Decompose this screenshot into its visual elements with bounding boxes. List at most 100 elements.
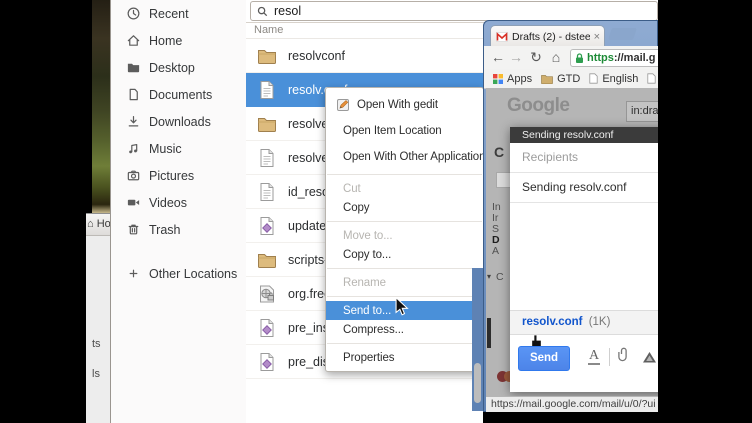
gmail-scrollbar-thumb[interactable]	[487, 318, 491, 348]
menu-item-send-to[interactable]: Send to...	[326, 301, 483, 320]
menu-item-move-to: Move to...	[326, 226, 483, 245]
bookmark-folder-gtd[interactable]: GTD	[541, 73, 580, 85]
text-file-icon	[256, 181, 278, 203]
menu-label: Open With Other Application	[343, 151, 485, 163]
bookmark-page-icon	[647, 73, 656, 84]
background-window-header[interactable]: ⌂ Ho	[86, 214, 113, 236]
gmail-compose-button-fragment[interactable]: C	[494, 144, 504, 160]
background-window-label-fragment: ls	[92, 368, 100, 380]
menu-label: Copy	[343, 202, 369, 214]
home-button[interactable]: ⌂	[547, 46, 565, 69]
url-text: ://mail.g	[614, 52, 656, 64]
menu-separator	[327, 221, 482, 222]
file-name: resolvconf	[288, 49, 345, 63]
attach-file-icon[interactable]	[618, 347, 630, 368]
music-notes-icon	[126, 141, 141, 156]
bookmark-page-icon	[589, 73, 598, 84]
sidebar-label: Recent	[149, 7, 189, 21]
sidebar-label: Pictures	[149, 169, 194, 183]
new-tab-button[interactable]	[608, 28, 637, 40]
sidebar-item-desktop[interactable]: Desktop	[111, 54, 246, 81]
search-input[interactable]: resol	[250, 1, 658, 21]
film-camera-icon	[126, 195, 141, 210]
sidebar-item-documents[interactable]: Documents	[111, 81, 246, 108]
menu-label: Properties	[343, 352, 394, 364]
formatting-options-icon[interactable]: A	[588, 348, 600, 365]
gmail-nav-all[interactable]: A	[492, 245, 499, 257]
menu-item-rename: Rename	[326, 273, 483, 292]
gmail-search-input[interactable]: in:dra	[626, 101, 658, 122]
browser-tab[interactable]: Drafts (2) - dsteele@ ×	[490, 25, 605, 47]
bookmark-english[interactable]: English	[589, 73, 638, 85]
sidebar-label: Downloads	[149, 115, 211, 129]
download-icon	[126, 114, 141, 129]
bookmark-s[interactable]: S	[647, 73, 658, 85]
bookmark-label: Apps	[507, 73, 532, 85]
camera-icon	[126, 168, 141, 183]
folder-icon	[126, 60, 141, 75]
plus-icon	[126, 266, 141, 281]
recipients-field[interactable]: Recipients	[510, 143, 658, 173]
desktop-wallpaper	[92, 0, 112, 213]
sidebar-label: Videos	[149, 196, 187, 210]
compose-title-bar[interactable]: Sending resolv.conf	[510, 127, 658, 143]
url-scheme: https	[587, 52, 614, 64]
gedit-icon	[336, 98, 350, 112]
menu-label: Move to...	[343, 230, 393, 242]
menu-item-copy[interactable]: Copy	[326, 198, 483, 217]
search-query: resol	[274, 4, 301, 18]
menu-item-compress[interactable]: Compress...	[326, 320, 483, 339]
address-bar[interactable]: https://mail.g	[570, 49, 658, 67]
gmail-nav-circles[interactable]: C	[496, 271, 504, 283]
script-file-icon	[256, 215, 278, 237]
sidebar-item-downloads[interactable]: Downloads	[111, 108, 246, 135]
menu-item-open-with-gedit[interactable]: Open With gedit	[326, 92, 483, 118]
sidebar-item-music[interactable]: Music	[111, 135, 246, 162]
sidebar-item-recent[interactable]: Recent	[111, 0, 246, 27]
attachment-name-link[interactable]: resolv.conf	[522, 316, 583, 328]
browser-toolbar: ← → ↻ ⌂ https://mail.g	[484, 46, 658, 70]
menu-item-open-with-other-application[interactable]: Open With Other Application	[326, 144, 483, 170]
folder-icon	[256, 249, 278, 271]
menu-label: Cut	[343, 183, 361, 195]
compose-window: Sending resolv.conf Recipients Sending r…	[510, 127, 658, 392]
menu-separator	[327, 343, 482, 344]
menu-item-copy-to[interactable]: Copy to...	[326, 245, 483, 264]
back-button[interactable]: ←	[489, 46, 507, 69]
reload-button[interactable]: ↻	[527, 46, 545, 69]
padlock-icon	[575, 53, 584, 64]
attachment-size: (1K)	[589, 316, 611, 328]
attachment-chip[interactable]: resolv.conf (1K)	[510, 310, 658, 335]
background-window-title: Ho	[97, 218, 111, 230]
folder-icon	[256, 45, 278, 67]
menu-item-open-item-location[interactable]: Open Item Location	[326, 118, 483, 144]
bookmark-apps[interactable]: Apps	[493, 73, 532, 85]
sidebar-label: Home	[149, 34, 182, 48]
subject-field[interactable]: Sending resolv.conf	[510, 173, 658, 203]
forward-button[interactable]: →	[507, 46, 525, 69]
send-button[interactable]: Send	[518, 346, 570, 371]
menu-separator	[327, 296, 482, 297]
background-window-label-fragment: ts	[92, 338, 101, 350]
menu-label: Send to...	[343, 305, 391, 317]
script-file-icon	[256, 317, 278, 339]
sidebar-item-other-locations[interactable]: Other Locations	[111, 260, 246, 287]
menu-separator	[327, 268, 482, 269]
sidebar-item-home[interactable]: Home	[111, 27, 246, 54]
document-icon	[126, 87, 141, 102]
drive-icon[interactable]	[643, 350, 656, 368]
chrome-window: Drafts (2) - dsteele@ × ← → ↻ ⌂ https://…	[483, 20, 658, 412]
bookmark-label: English	[602, 73, 638, 85]
sidebar-item-videos[interactable]: Videos	[111, 189, 246, 216]
scrollbar-thumb[interactable]	[474, 363, 481, 403]
bookmarks-bar: Apps GTD English S	[484, 69, 658, 89]
search-icon	[257, 6, 268, 17]
chevron-down-icon: ▾	[487, 272, 491, 281]
tab-close-icon[interactable]: ×	[590, 31, 604, 43]
status-bar-url: https://mail.google.com/mail/u/0/?ui	[486, 396, 658, 412]
menu-item-properties[interactable]: Properties	[326, 348, 483, 367]
sidebar-item-pictures[interactable]: Pictures	[111, 162, 246, 189]
menu-separator	[327, 174, 482, 175]
sidebar-item-trash[interactable]: Trash	[111, 216, 246, 243]
bookmark-folder-icon	[541, 74, 553, 84]
